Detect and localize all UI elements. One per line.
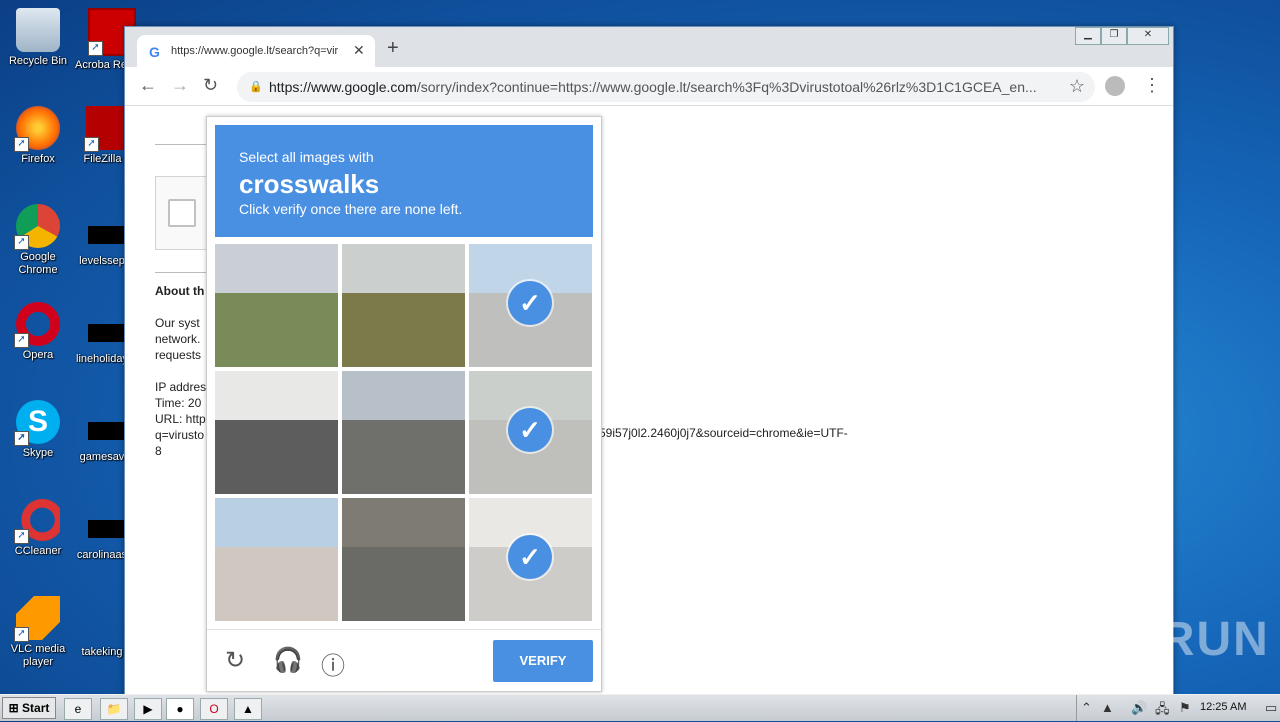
captcha-tile[interactable] xyxy=(215,371,338,494)
captcha-tile[interactable] xyxy=(215,244,338,367)
tab-strip: G https://www.google.lt/search?q=vir ✕ +… xyxy=(125,27,1173,67)
show-hidden-icons-icon[interactable]: ⌃ xyxy=(1081,700,1092,716)
back-icon[interactable]: ← xyxy=(139,75,157,96)
tile-image-sky xyxy=(342,498,465,548)
volume-icon[interactable]: 🔊 xyxy=(1131,700,1147,716)
tab-google-search[interactable]: G https://www.google.lt/search?q=vir ✕ xyxy=(137,35,375,67)
new-tab-icon[interactable]: + xyxy=(387,37,399,60)
tile-image-ground xyxy=(215,547,338,621)
chrome-logo-icon: ➚ xyxy=(14,204,60,250)
tile-image-ground xyxy=(215,293,338,367)
url-continuation: 59i57j0l2.2460j0j7&sourceid=chrome&ie=UT… xyxy=(599,426,848,440)
divider xyxy=(155,144,211,145)
chrome-taskbar-icon[interactable]: ● xyxy=(166,698,194,720)
windows-logo-icon: ⊞ xyxy=(8,701,19,715)
url-text: https://www.google.com/sorry/index?conti… xyxy=(269,79,1037,95)
redacted-icon xyxy=(88,422,124,440)
explanation-paragraph: Our syst network. requests xyxy=(155,316,202,362)
tile-image-ground xyxy=(215,420,338,494)
tab-close-icon[interactable]: ✕ xyxy=(353,42,365,59)
tray-app-icon[interactable]: ▲ xyxy=(1101,700,1114,715)
tab-title: https://www.google.lt/search?q=vir xyxy=(171,45,339,57)
vlc-cone-icon: ➚ xyxy=(14,596,60,642)
firefox-logo-icon: ➚ xyxy=(14,106,60,152)
tile-image-sky xyxy=(215,498,338,548)
tile-image-ground xyxy=(342,420,465,494)
checkmark-icon: ✓ xyxy=(508,408,552,452)
forward-icon[interactable]: → xyxy=(171,75,189,96)
profile-avatar-icon[interactable] xyxy=(1105,76,1125,96)
start-button[interactable]: ⊞ Start xyxy=(2,697,56,719)
recycle-bin-icon[interactable]: Recycle Bin xyxy=(0,8,76,68)
tile-image-sky xyxy=(342,371,465,421)
opera-logo-icon: ➚ xyxy=(14,302,60,348)
captcha-tile[interactable] xyxy=(342,498,465,621)
captcha-instruction: Select all images with xyxy=(239,149,374,165)
app-taskbar-icon[interactable]: ▲ xyxy=(234,698,262,720)
show-desktop-icon[interactable]: ▭ xyxy=(1265,700,1277,716)
ie-taskbar-icon[interactable]: e xyxy=(64,698,92,720)
captcha-tile[interactable] xyxy=(342,371,465,494)
skype-logo-icon: S ➚ xyxy=(14,400,60,446)
captcha-hint: Click verify once there are none left. xyxy=(239,201,463,217)
opera-taskbar-icon[interactable]: O xyxy=(200,698,228,720)
address-bar[interactable]: 🔒 https://www.google.com/sorry/index?con… xyxy=(237,72,1095,102)
captcha-header: Select all images with crosswalks Click … xyxy=(215,125,593,237)
bookmark-star-icon[interactable]: ☆ xyxy=(1069,76,1085,97)
taskbar: ⊞ Start e 📁 ▶ ● O ▲ ⌃ ▲ 🔊 🖧 ⚑ ▭ 12:25 AM xyxy=(0,694,1280,721)
captcha-tile[interactable] xyxy=(342,244,465,367)
details-paragraph: IP addres Time: 20 URL: http q=virusto 8 xyxy=(155,380,207,458)
redacted-icon xyxy=(88,520,124,538)
captcha-tile[interactable]: ✓ xyxy=(469,498,592,621)
anyrun-watermark: ANY RUN xyxy=(1038,613,1270,666)
network-icon[interactable]: 🖧 xyxy=(1155,700,1170,722)
captcha-challenge: Select all images with crosswalks Click … xyxy=(206,116,602,692)
lock-icon: 🔒 xyxy=(249,81,263,93)
media-player-taskbar-icon[interactable]: ▶ xyxy=(134,698,162,720)
reload-icon[interactable]: ↻ xyxy=(203,75,218,96)
captcha-tile[interactable] xyxy=(215,498,338,621)
recaptcha-checkbox[interactable] xyxy=(168,199,196,227)
tile-image-ground xyxy=(342,547,465,621)
system-tray: ⌃ ▲ 🔊 🖧 ⚑ ▭ xyxy=(1076,695,1280,721)
info-icon[interactable]: ⓘ xyxy=(321,646,345,681)
action-center-flag-icon[interactable]: ⚑ xyxy=(1179,700,1191,716)
tile-image-sky xyxy=(215,244,338,294)
clock: 12:25 AM xyxy=(1200,701,1247,713)
google-favicon-icon: G xyxy=(149,44,160,60)
firefox-icon[interactable]: ➚ Firefox xyxy=(0,106,76,166)
kebab-menu-icon[interactable]: ⋮ xyxy=(1143,75,1161,96)
redacted-icon xyxy=(88,324,124,342)
browser-toolbar: ← → ↻ 🔒 https://www.google.com/sorry/ind… xyxy=(125,67,1173,106)
tile-image-ground xyxy=(342,293,465,367)
explorer-taskbar-icon[interactable]: 📁 xyxy=(100,698,128,720)
tile-image-sky xyxy=(342,244,465,294)
checkmark-icon: ✓ xyxy=(508,535,552,579)
restore-icon[interactable]: ❐ xyxy=(1101,27,1127,45)
captcha-footer: ↻ 🎧 ⓘ VERIFY xyxy=(207,629,601,692)
checkmark-icon: ✓ xyxy=(508,281,552,325)
ccleaner-logo-icon: ➚ xyxy=(14,498,60,544)
redacted-icon xyxy=(88,226,124,244)
captcha-keyword: crosswalks xyxy=(239,169,380,199)
tile-image-sky xyxy=(215,371,338,421)
verify-button[interactable]: VERIFY xyxy=(493,640,593,682)
captcha-tile[interactable]: ✓ xyxy=(469,244,592,367)
minimize-icon[interactable]: ▁ xyxy=(1075,27,1101,45)
about-heading: About th xyxy=(155,284,205,298)
reload-challenge-icon[interactable]: ↻ xyxy=(225,646,245,675)
captcha-tile[interactable]: ✓ xyxy=(469,371,592,494)
divider xyxy=(155,272,211,273)
audio-challenge-icon[interactable]: 🎧 xyxy=(273,646,303,675)
trash-icon xyxy=(16,8,60,52)
close-window-icon[interactable]: ✕ xyxy=(1127,27,1169,45)
